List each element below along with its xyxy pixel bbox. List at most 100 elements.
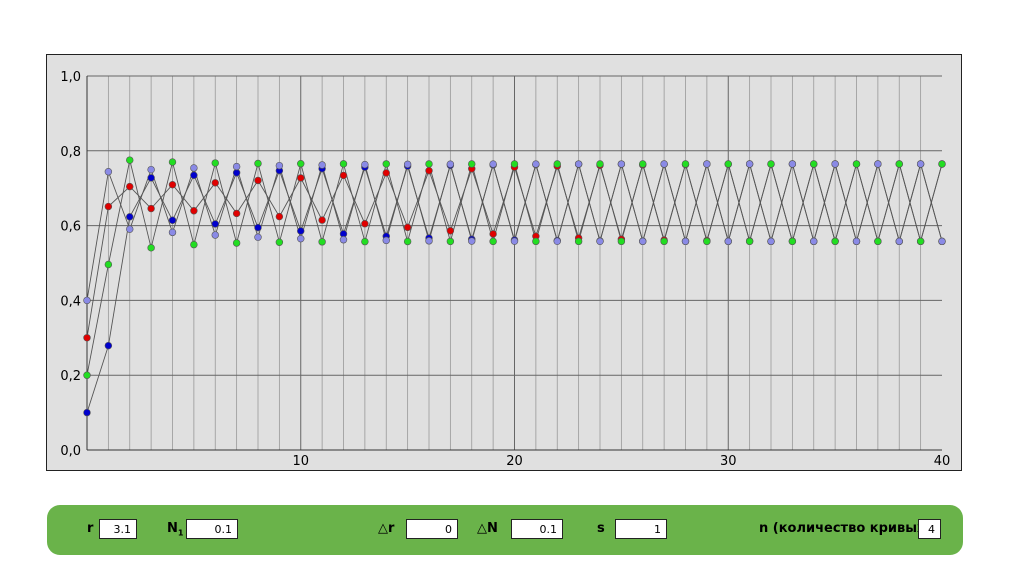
data-point [254,159,262,168]
data-point [596,160,604,168]
data-point [874,160,882,168]
data-point [403,223,412,232]
data-point [361,220,369,228]
data-point [83,408,91,417]
data-point [403,160,412,169]
data-point [446,160,455,168]
data-point [104,260,113,269]
data-point [810,160,818,168]
data-point [147,204,155,213]
data-point [297,234,305,243]
data-point [168,216,177,224]
data-point [382,169,390,177]
data-point [275,238,284,246]
controls-panel: r N1 △r △N s n (количество кривых): [47,505,963,555]
data-point [126,156,134,164]
data-point [361,237,369,246]
data-point [190,164,198,172]
s-input[interactable] [615,519,667,539]
data-point [553,160,561,168]
data-point [190,240,198,249]
data-point [126,225,134,233]
data-point [596,237,604,246]
data-point [639,237,647,246]
data-point [831,160,839,168]
data-point [318,216,326,224]
data-point [660,237,668,246]
data-point [916,237,925,246]
data-point [788,237,797,246]
data-point [211,220,219,228]
data-point [168,228,177,237]
data-point [318,238,326,246]
y-tick-label: 1,0 [60,70,81,85]
data-point [318,161,326,169]
n1-label: N1 [167,521,184,538]
delta-r-input[interactable] [406,519,458,539]
data-point [852,160,861,168]
data-point [510,160,519,168]
data-point [468,160,476,168]
data-point [446,237,455,246]
y-tick-label: 0,6 [60,220,81,235]
r-input[interactable] [99,519,137,539]
delta-r-label: △r [378,521,395,536]
data-point [468,237,476,245]
n1-input[interactable] [186,519,238,539]
delta-n-input[interactable] [511,519,563,539]
data-point [83,371,91,379]
data-point [254,233,262,241]
data-point [681,160,690,168]
data-point [339,160,348,168]
x-tick-label: 40 [934,454,951,469]
data-point [617,160,626,168]
x-tick-label: 10 [292,454,309,469]
data-point [895,160,903,168]
data-point [104,168,113,176]
data-point [254,223,262,232]
data-point [339,171,348,180]
data-point [489,230,497,238]
chart-plot: 0,0 0,2 0,4 0,6 0,8 1,0 10 20 30 40 [60,70,951,469]
data-point [489,160,497,168]
data-point [895,237,903,246]
data-point [681,237,690,246]
data-point [810,237,818,246]
data-point [788,160,797,168]
data-point [532,237,540,246]
data-point [745,160,754,168]
data-point [852,237,861,246]
data-point [83,334,91,342]
data-point [104,202,113,211]
y-tick-label: 0,4 [60,294,81,309]
data-point [532,160,540,168]
data-point [232,209,241,218]
data-point [703,237,711,246]
data-point [83,296,91,305]
data-point [126,213,134,221]
data-point [724,160,732,168]
data-point [510,237,519,245]
data-point [168,181,177,189]
data-point [147,244,155,252]
x-tick-label: 30 [720,454,737,469]
chart-panel: 0,0 0,2 0,4 0,6 0,8 1,0 10 20 30 40 [46,54,962,471]
data-point [425,160,433,168]
data-point [574,160,583,168]
x-tick-label: 20 [506,454,523,469]
r-label: r [87,521,94,536]
data-point [745,237,754,246]
data-point [916,160,925,168]
data-point [382,160,390,168]
data-point [297,227,305,235]
data-point [703,160,711,168]
data-point [126,182,134,191]
y-tick-label: 0,2 [60,369,81,384]
data-point [767,160,775,168]
data-point [660,160,668,168]
data-point [297,160,305,168]
data-point [232,169,241,177]
data-point [938,237,946,246]
data-point [574,237,583,246]
curve-count-input[interactable] [918,519,941,539]
